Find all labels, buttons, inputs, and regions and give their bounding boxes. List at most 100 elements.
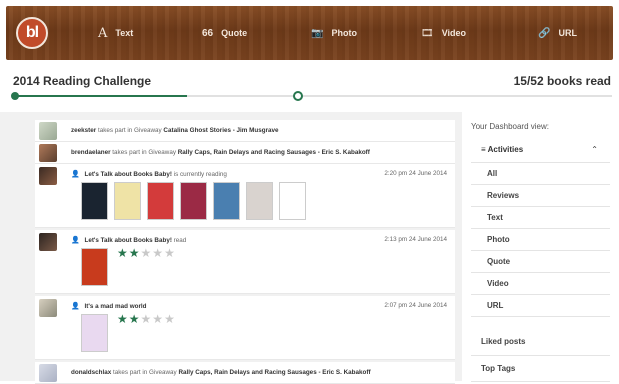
- feed-item-giveaway: brendaelaner takes part in Giveaway Rall…: [35, 142, 455, 164]
- star-icon: ★: [128, 312, 141, 326]
- star-icon: ★: [117, 312, 129, 326]
- book-cover[interactable]: [114, 182, 141, 220]
- challenge-count: 15/52 books read: [513, 74, 611, 88]
- giveaway-link[interactable]: Rally Caps, Rain Delays and Racing Sausa…: [178, 369, 370, 376]
- book-cover[interactable]: [81, 314, 108, 352]
- sidebar-filter-photo[interactable]: Photo: [471, 229, 610, 251]
- progress-start-marker: [11, 92, 19, 100]
- nav-photo[interactable]: 📷 Photo: [311, 6, 357, 60]
- feed-item-read: 👤 Let's Talk about Books Baby! read 2:13…: [35, 230, 455, 294]
- timestamp: 2:07 pm 24 June 2014: [384, 302, 447, 309]
- feed-item-read: 👤 It's a mad mad world 2:07 pm 24 June 2…: [35, 296, 455, 360]
- person-icon: 👤: [71, 237, 80, 244]
- star-icon: ★: [128, 246, 141, 260]
- feed-action: takes part in Giveaway: [97, 127, 162, 134]
- progress-handle[interactable]: [293, 91, 303, 101]
- activities-label: Activities: [487, 145, 524, 154]
- book-cover[interactable]: [147, 182, 174, 220]
- sidebar-filter-reviews[interactable]: Reviews: [471, 185, 610, 207]
- activities-header[interactable]: ≡ Activities ⌃: [471, 137, 610, 163]
- timestamp: 2:20 pm 24 June 2014: [384, 170, 447, 177]
- sidebar-filter-label: URL: [487, 301, 504, 310]
- blog-link[interactable]: Let's Talk about Books Baby!: [84, 171, 171, 178]
- sidebar-filter-all[interactable]: All: [471, 163, 610, 185]
- book-cover[interactable]: [213, 182, 240, 220]
- feed-action: read: [173, 237, 187, 244]
- book-cover[interactable]: [81, 248, 108, 286]
- top-tags-label: Top Tags: [481, 364, 516, 373]
- liked-posts-label: Liked posts: [481, 337, 526, 346]
- nav-photo-label: Photo: [331, 28, 357, 38]
- dashboard-view-label: Your Dashboard view:: [471, 122, 549, 131]
- star-icon: ★: [152, 246, 165, 260]
- blog-avatar[interactable]: [39, 233, 57, 251]
- list-icon: ≡: [481, 145, 486, 154]
- book-cover[interactable]: [279, 182, 306, 220]
- nav-url[interactable]: 🔗 URL: [538, 6, 577, 60]
- blog-link[interactable]: Let's Talk about Books Baby!: [84, 237, 171, 244]
- blog-link[interactable]: It's a mad mad world: [84, 303, 146, 310]
- feed-item-currently-reading: 👤 Let's Talk about Books Baby! is curren…: [35, 164, 455, 228]
- sidebar-top-tags[interactable]: Top Tags: [471, 356, 610, 382]
- person-icon: 👤: [71, 303, 80, 310]
- rating-stars: ★★★★★: [117, 312, 176, 326]
- feed-text: donaldschlax takes part in Giveaway Rall…: [71, 369, 371, 376]
- feed-text: 👤 Let's Talk about Books Baby! is curren…: [71, 170, 227, 178]
- person-icon: 👤: [71, 171, 80, 178]
- sidebar-liked-posts[interactable]: Liked posts: [471, 328, 610, 356]
- user-link[interactable]: zeekster: [71, 127, 96, 134]
- user-avatar[interactable]: [39, 364, 57, 382]
- feed-text: 👤 Let's Talk about Books Baby! read: [71, 236, 186, 244]
- progress-fill: [14, 95, 188, 97]
- link-icon: 🔗: [538, 27, 551, 39]
- blog-avatar[interactable]: [39, 299, 57, 317]
- feed-item-giveaway: zeekster takes part in Giveaway Catalina…: [35, 120, 455, 142]
- feed-text: 👤 It's a mad mad world: [71, 302, 147, 310]
- nav-quote[interactable]: 66 Quote: [202, 6, 247, 60]
- nav-video-label: Video: [441, 28, 467, 38]
- film-icon: 🎞: [421, 27, 434, 39]
- nav-video[interactable]: 🎞 Video: [421, 6, 466, 60]
- nav-url-label: URL: [558, 28, 577, 38]
- sidebar-filter-video[interactable]: Video: [471, 273, 610, 295]
- book-cover[interactable]: [246, 182, 273, 220]
- timestamp: 2:13 pm 24 June 2014: [384, 236, 447, 243]
- star-icon: ★: [164, 312, 176, 326]
- sidebar-filter-quote[interactable]: Quote: [471, 251, 610, 273]
- user-avatar[interactable]: [39, 122, 57, 140]
- sidebar-filter-url[interactable]: URL: [471, 295, 610, 317]
- star-icon: ★: [164, 246, 176, 260]
- star-icon: ★: [117, 246, 129, 260]
- feed-action: is currently reading: [173, 171, 227, 178]
- giveaway-link[interactable]: Catalina Ghost Stories - Jim Musgrave: [163, 127, 278, 134]
- booklikes-logo[interactable]: bl: [16, 17, 48, 49]
- sidebar-filter-label: Photo: [487, 235, 510, 244]
- user-link[interactable]: donaldschlax: [71, 369, 111, 376]
- chevron-up-icon[interactable]: ⌃: [591, 145, 598, 154]
- feed-text: brendaelaner takes part in Giveaway Rall…: [71, 149, 370, 156]
- feed-text: zeekster takes part in Giveaway Catalina…: [71, 127, 279, 134]
- nav-text[interactable]: A Text: [98, 6, 133, 60]
- top-navigation-bar: bl A Text 66 Quote 📷 Photo 🎞 Video 🔗 URL: [6, 6, 613, 60]
- feed-action: takes part in Giveaway: [113, 369, 177, 376]
- challenge-title: 2014 Reading Challenge: [13, 74, 152, 88]
- feed-action: takes part in Giveaway: [112, 149, 176, 156]
- book-cover[interactable]: [180, 182, 207, 220]
- camera-icon: 📷: [311, 27, 324, 39]
- star-icon: ★: [140, 246, 153, 260]
- book-cover[interactable]: [81, 182, 108, 220]
- user-link[interactable]: brendaelaner: [71, 149, 111, 156]
- sidebar-filter-label: Reviews: [487, 191, 520, 200]
- user-avatar[interactable]: [39, 144, 57, 162]
- sidebar-filter-label: Quote: [487, 257, 511, 266]
- nav-quote-label: Quote: [221, 28, 248, 38]
- blog-avatar[interactable]: [39, 167, 57, 185]
- activity-feed: zeekster takes part in Giveaway Catalina…: [0, 112, 462, 384]
- quote-icon: 66: [202, 27, 214, 39]
- rating-stars: ★★★★★: [117, 246, 176, 260]
- sidebar-filter-text[interactable]: Text: [471, 207, 610, 229]
- sidebar-filter-label: All: [487, 169, 498, 178]
- giveaway-link[interactable]: Rally Caps, Rain Delays and Racing Sausa…: [178, 149, 370, 156]
- nav-text-label: Text: [115, 28, 134, 38]
- text-icon: A: [98, 25, 108, 41]
